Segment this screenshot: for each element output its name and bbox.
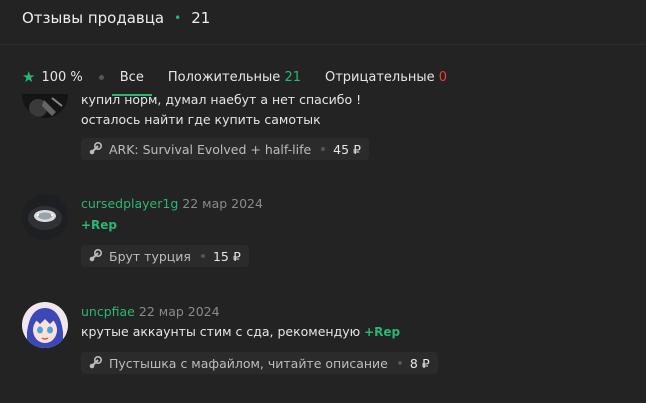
product-chip[interactable]: ARK: Survival Evolved + half-life 45 ₽ <box>81 138 370 160</box>
tab-positive-count: 21 <box>284 69 301 85</box>
product-price: 15 ₽ <box>212 248 241 264</box>
rating-value: 100 % <box>41 69 83 85</box>
product-chip[interactable]: Пустышка с мафайлом, читайте описание 8 … <box>81 352 438 374</box>
page-title: Отзывы продавца <box>22 9 165 27</box>
tab-positive[interactable]: Положительные 21 <box>166 70 303 85</box>
chip-separator-dot <box>397 361 402 365</box>
tab-negative[interactable]: Отрицательные 0 <box>323 70 449 85</box>
review-date: 22 мар 2024 <box>138 304 220 319</box>
product-price: 45 ₽ <box>333 141 362 157</box>
product-name: Брут турция <box>109 248 191 264</box>
reviews-tabs: ★ 100 % Все Положительные 21 Отрицательн… <box>22 64 469 96</box>
review-username[interactable]: cursedplayer1g <box>81 196 178 211</box>
review-username[interactable]: uncpfiae <box>81 304 135 319</box>
seller-rating: ★ 100 % <box>22 67 83 86</box>
review-text: крутые аккаунты стим с сда, рекомендую +… <box>81 322 400 342</box>
product-chip[interactable]: Брут турция 15 ₽ <box>81 245 249 267</box>
avatar-image <box>22 302 68 348</box>
review-date: 22 мар 2024 <box>182 196 263 211</box>
tab-negative-label: Отрицательные <box>325 69 435 85</box>
steam-icon <box>89 355 103 369</box>
tabs-separator-dot <box>98 74 104 80</box>
review-meta: uncpfiae 22 мар 2024 <box>81 304 220 319</box>
star-icon: ★ <box>22 67 36 86</box>
review-text-line: осталось найти где купить самотык <box>81 112 321 127</box>
tab-positive-label: Положительные <box>167 69 281 85</box>
rep-badge: +Rep <box>81 218 118 232</box>
avatar[interactable] <box>22 302 68 348</box>
tab-negative-count: 0 <box>438 69 448 85</box>
rep-badge: +Rep <box>364 325 401 339</box>
avatar-image <box>22 194 68 240</box>
product-name: ARK: Survival Evolved + half-life <box>109 141 312 157</box>
avatar[interactable] <box>22 194 68 240</box>
title-separator-dot: • <box>174 11 182 25</box>
chip-separator-dot <box>200 254 205 258</box>
header-divider <box>0 44 646 45</box>
reviews-count: 21 <box>191 9 211 27</box>
review-text-line: крутые аккаунты стим с сда, рекомендую <box>81 324 361 339</box>
chip-separator-dot <box>321 147 326 151</box>
review-meta: cursedplayer1g 22 мар 2024 <box>81 196 263 211</box>
tab-all[interactable]: Все <box>111 70 152 96</box>
steam-icon <box>89 248 103 262</box>
review-text: купил норм, думал наебут а нет спасибо !… <box>81 90 361 130</box>
product-price: 8 ₽ <box>409 355 430 371</box>
steam-icon <box>89 141 103 155</box>
product-name: Пустышка с мафайлом, читайте описание <box>109 355 388 371</box>
page-header: Отзывы продавца • 21 <box>22 9 210 27</box>
review-text-line: купил норм, думал наебут а нет спасибо ! <box>81 92 362 107</box>
